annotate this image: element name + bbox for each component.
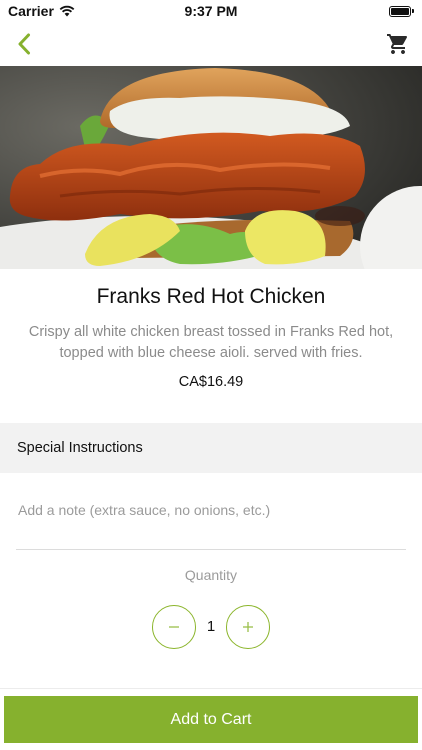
shopping-cart-icon [387, 34, 408, 54]
back-button[interactable] [8, 28, 40, 60]
special-instructions-label: Special Instructions [17, 440, 143, 456]
bottom-divider [0, 688, 422, 689]
quantity-label: Quantity [184, 567, 238, 583]
status-left: Carrier [8, 3, 75, 19]
carrier-label: Carrier [8, 3, 54, 19]
add-to-cart-label: Add to Cart [170, 710, 252, 728]
plus-icon [243, 622, 253, 632]
nav-bar [0, 22, 422, 66]
chicken-sandwich-image [0, 66, 422, 269]
chevron-left-icon [18, 33, 30, 55]
wifi-icon [59, 5, 75, 17]
minus-icon [169, 626, 179, 628]
item-title: Franks Red Hot Chicken [96, 285, 326, 308]
item-price: CA$16.49 [178, 374, 244, 390]
item-photo [0, 66, 422, 269]
battery-icon [389, 5, 414, 17]
quantity-decrement-button[interactable] [152, 605, 196, 649]
input-underline [16, 549, 406, 550]
item-description: Crispy all white chicken breast tossed i… [28, 324, 394, 361]
status-bar: Carrier 9:37 PM [0, 0, 422, 22]
quantity-increment-button[interactable] [226, 605, 270, 649]
special-instructions-input[interactable] [18, 496, 406, 524]
add-to-cart-button[interactable]: Add to Cart [4, 696, 418, 743]
cart-button[interactable] [382, 28, 414, 60]
quantity-value: 1 [206, 618, 216, 635]
special-instructions-header: Special Instructions [0, 423, 422, 473]
